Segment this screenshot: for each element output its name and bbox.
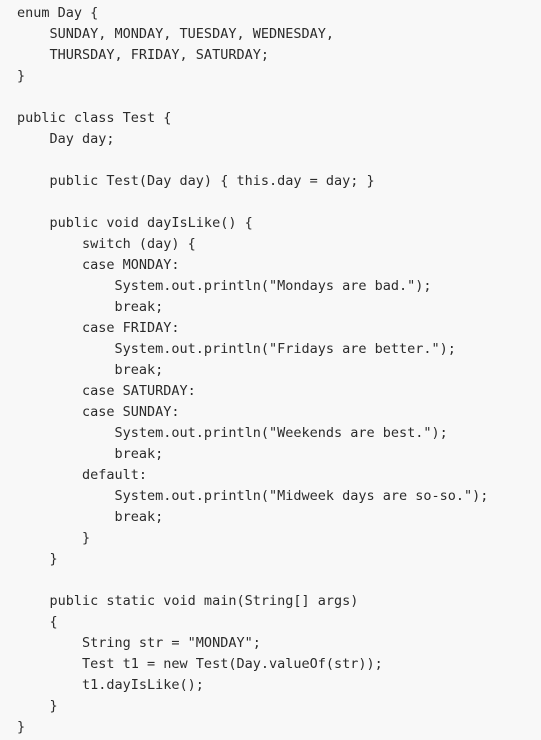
code-line: break; [17,362,164,378]
code-line: default: [17,467,148,483]
code-line: break; [17,299,164,315]
code-line: SUNDAY, MONDAY, TUESDAY, WEDNESDAY, [17,26,334,42]
code-line: switch (day) { [17,236,196,252]
code-line: System.out.println("Weekends are best.")… [17,425,448,441]
code-line: enum Day { [17,5,99,21]
code-line: } [17,551,58,567]
code-line: t1.dayIsLike(); [17,677,204,693]
code-line: break; [17,446,164,462]
code-line: case SUNDAY: [17,404,180,420]
code-line: System.out.println("Midweek days are so-… [17,488,489,504]
code-line: Test t1 = new Test(Day.valueOf(str)); [17,656,383,672]
code-line: case SATURDAY: [17,383,196,399]
code-line: break; [17,509,164,525]
code-line: } [17,530,91,546]
code-line: String str = "MONDAY"; [17,635,261,651]
code-line: public static void main(String[] args) [17,593,359,609]
code-line: case MONDAY: [17,257,180,273]
code-line: THURSDAY, FRIDAY, SATURDAY; [17,47,269,63]
code-line: System.out.println("Fridays are better."… [17,341,456,357]
code-line: } [17,698,58,714]
code-line: } [17,68,26,84]
code-line: Day day; [17,131,115,147]
code-line: } [17,719,26,735]
code-line: case FRIDAY: [17,320,180,336]
code-line: public class Test { [17,110,172,126]
code-line: System.out.println("Mondays are bad."); [17,278,432,294]
code-line: public Test(Day day) { this.day = day; } [17,173,375,189]
code-line: public void dayIsLike() { [17,215,253,231]
code-block: enum Day { SUNDAY, MONDAY, TUESDAY, WEDN… [0,0,541,740]
code-line: { [17,614,58,630]
